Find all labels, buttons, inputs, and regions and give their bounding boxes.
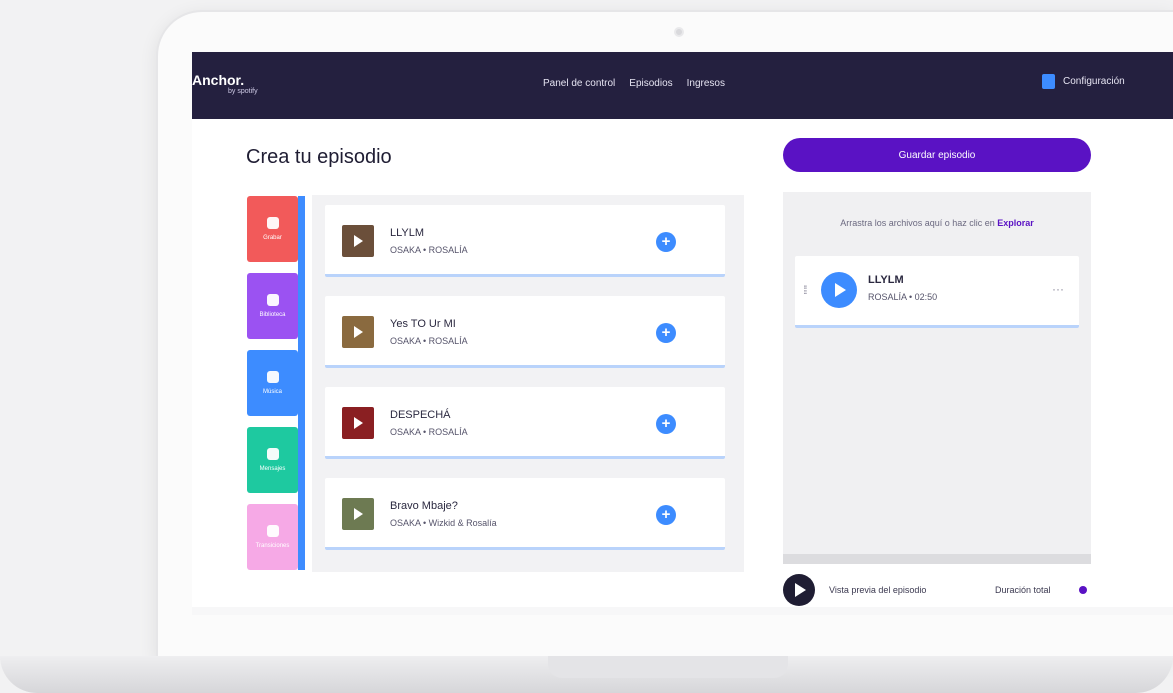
track-card[interactable]: DESPECHÁ OSAKA • ROSALÍA + — [325, 387, 725, 459]
play-icon — [354, 508, 363, 520]
music-icon — [266, 371, 279, 383]
explore-link[interactable]: Explorar — [997, 218, 1034, 228]
track-title: LLYLM — [390, 227, 425, 239]
tab-3[interactable]: Música — [247, 350, 298, 416]
logo-subtitle: by spotify — [228, 88, 258, 95]
tab-1[interactable]: Grabar — [247, 196, 298, 262]
track-meta: OSAKA • ROSALÍA — [390, 427, 468, 437]
screen-bottom-edge — [192, 607, 1173, 615]
track-card[interactable]: LLYLM OSAKA • ROSALÍA + — [325, 205, 725, 277]
tab-2[interactable]: Biblioteca — [247, 273, 298, 339]
nav-links: Panel de control Episodios Ingresos — [543, 78, 725, 89]
settings-label: Configuración — [1063, 76, 1125, 87]
active-tab-bar — [298, 196, 305, 570]
add-track-button[interactable]: + — [656, 323, 676, 343]
tab-label: Mensajes — [259, 466, 286, 472]
tab-4[interactable]: Mensajes — [247, 427, 298, 493]
microphone-icon — [266, 217, 279, 229]
panel-scrollbar[interactable] — [783, 554, 1091, 564]
album-cover[interactable] — [342, 225, 374, 257]
play-icon — [354, 417, 363, 429]
nav-link-income[interactable]: Ingresos — [687, 78, 725, 89]
arrow-right-icon — [266, 525, 279, 537]
message-icon — [266, 448, 279, 460]
preview-bar: Vista previa del episodio Duración total — [783, 574, 1091, 606]
camera-icon — [674, 27, 684, 37]
preview-label: Vista previa del episodio — [829, 585, 927, 595]
track-title: Bravo Mbaje? — [390, 500, 458, 512]
track-library[interactable]: LLYLM OSAKA • ROSALÍA + Yes TO Ur MI OSAKA •… — [312, 195, 744, 572]
folder-icon — [266, 294, 279, 306]
play-icon — [354, 235, 363, 247]
add-track-button[interactable]: + — [656, 414, 676, 434]
preview-play-button[interactable] — [783, 574, 815, 606]
tab-label: Música — [262, 389, 282, 395]
episode-track[interactable]: ⁞⁞ LLYLM ROSALÍA • 02:50 ··· — [795, 256, 1079, 328]
tab-label: Biblioteca — [259, 312, 286, 318]
track-meta: OSAKA • ROSALÍA — [390, 245, 468, 255]
source-tabs: Grabar Biblioteca Música Mensajes Transicion… — [247, 196, 305, 570]
logo[interactable]: Anchor. — [192, 72, 244, 88]
tab-label: Transiciones — [255, 543, 290, 549]
play-icon — [354, 326, 363, 338]
add-track-button[interactable]: + — [656, 505, 676, 525]
drag-handle-icon[interactable]: ⁞⁞ — [803, 283, 807, 297]
play-button[interactable] — [821, 272, 857, 308]
device-mockup: Anchor. by spotify Panel de control Epis… — [0, 0, 1173, 693]
laptop-notch — [548, 656, 788, 678]
track-meta: OSAKA • Wizkid & Rosalía — [390, 518, 497, 528]
episode-panel[interactable]: Arrastra los archivos aquí o haz clic en… — [783, 192, 1091, 564]
track-card[interactable]: Yes TO Ur MI OSAKA • ROSALÍA + — [325, 296, 725, 368]
tab-label: Grabar — [263, 235, 282, 241]
add-track-button[interactable]: + — [656, 232, 676, 252]
track-title: DESPECHÁ — [390, 409, 451, 421]
album-cover[interactable] — [342, 407, 374, 439]
page-title: Crea tu episodio — [246, 146, 392, 168]
settings-link[interactable]: Configuración — [1042, 74, 1125, 89]
dropzone-text: Arrastra los archivos aquí o haz clic en… — [783, 218, 1091, 228]
app-screen: Anchor. by spotify Panel de control Epis… — [192, 52, 1173, 615]
nav-link-episodes[interactable]: Episodios — [629, 78, 672, 89]
album-cover[interactable] — [342, 316, 374, 348]
duration-label: Duración total — [995, 585, 1051, 595]
account-icon — [1042, 74, 1055, 89]
info-icon — [1079, 586, 1087, 594]
more-options-icon[interactable]: ··· — [1052, 282, 1064, 296]
track-meta: OSAKA • ROSALÍA — [390, 336, 468, 346]
episode-track-meta: ROSALÍA • 02:50 — [868, 292, 938, 302]
nav-link-dashboard[interactable]: Panel de control — [543, 78, 615, 89]
album-cover[interactable] — [342, 498, 374, 530]
top-navbar: Anchor. by spotify Panel de control Epis… — [192, 52, 1173, 119]
dropzone-instructions: Arrastra los archivos aquí o haz clic en — [840, 218, 998, 228]
tab-5[interactable]: Transiciones — [247, 504, 298, 570]
save-episode-button[interactable]: Guardar episodio — [783, 138, 1091, 172]
track-title: Yes TO Ur MI — [390, 318, 456, 330]
episode-track-title: LLYLM — [868, 274, 904, 286]
track-card[interactable]: Bravo Mbaje? OSAKA • Wizkid & Rosalía + — [325, 478, 725, 550]
